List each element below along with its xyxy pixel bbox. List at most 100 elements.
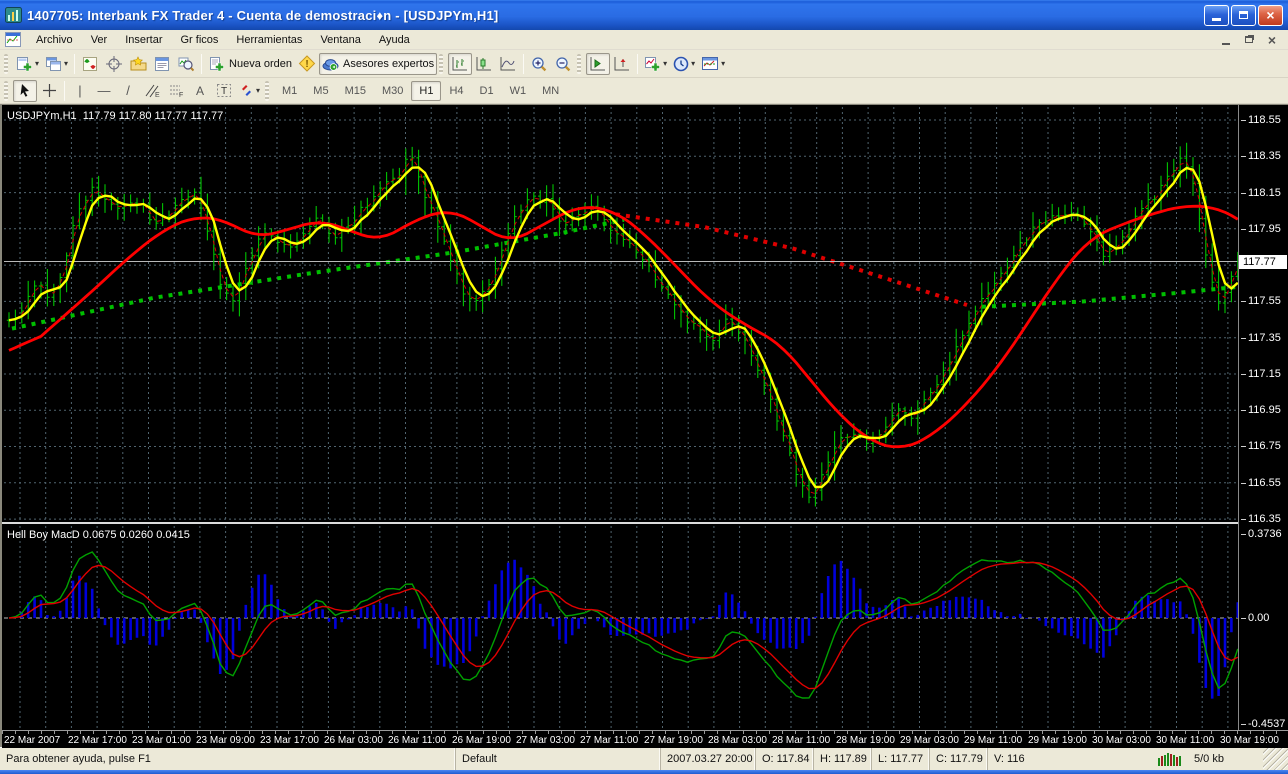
chevron-down-icon: ▾ [256, 86, 260, 95]
mdi-restore-button[interactable] [1239, 32, 1259, 48]
zoom-out-button[interactable] [551, 53, 575, 75]
status-open: O: 117.84 [755, 748, 813, 770]
indicators-icon [644, 56, 661, 72]
connection-signal-icon [1158, 752, 1184, 766]
price-tick: 116.35 [1241, 513, 1281, 525]
time-label: 28 Mar 19:00 [836, 735, 895, 746]
menu-item-ventana[interactable]: Ventana [311, 32, 369, 48]
bar-chart-button[interactable] [448, 53, 472, 75]
time-label: 29 Mar 03:00 [900, 735, 959, 746]
price-tick: 116.75 [1241, 440, 1281, 452]
text-tool[interactable]: A [188, 80, 212, 102]
mdi-minimize-icon [1222, 43, 1230, 45]
time-label: 27 Mar 03:00 [516, 735, 575, 746]
crosshair-tool-button[interactable] [37, 80, 61, 102]
minimize-button[interactable] [1204, 5, 1229, 26]
close-button[interactable]: × [1258, 5, 1283, 26]
timeframe-m30[interactable]: M30 [374, 81, 411, 101]
toolbar-grip [4, 81, 8, 101]
status-low: L: 117.77 [871, 748, 929, 770]
timeframe-d1[interactable]: D1 [472, 81, 502, 101]
cursor-tool-button[interactable] [13, 80, 37, 102]
timeframe-h1[interactable]: H1 [411, 81, 441, 101]
osc-tick-min: -0.4537 [1241, 718, 1285, 730]
time-label: 23 Mar 09:00 [196, 735, 255, 746]
price-tick: 117.15 [1241, 368, 1281, 380]
maximize-button[interactable] [1231, 5, 1256, 26]
vertical-line-tool[interactable]: | [68, 80, 92, 102]
time-label: 29 Mar 19:00 [1028, 735, 1087, 746]
mdi-minimize-button[interactable] [1216, 32, 1236, 48]
menu-item-gr-ficos[interactable]: Gr ficos [172, 32, 228, 48]
menu-item-herramientas[interactable]: Herramientas [227, 32, 311, 48]
vline-icon: | [78, 84, 81, 97]
horizontal-line-tool[interactable]: — [92, 80, 116, 102]
mdi-close-button[interactable]: × [1262, 32, 1282, 48]
cursor-arrow-icon [18, 83, 32, 98]
price-axis[interactable]: 118.55118.35118.15117.95117.75117.55117.… [1239, 105, 1288, 748]
timeframe-m1[interactable]: M1 [274, 81, 305, 101]
toolbar-separator [523, 54, 524, 74]
maximize-icon [1239, 11, 1248, 19]
menu-item-insertar[interactable]: Insertar [116, 32, 171, 48]
svg-text:F: F [179, 92, 183, 98]
status-bar: Para obtener ayuda, pulse F1 Default 200… [0, 747, 1288, 770]
market-watch-button[interactable] [78, 53, 102, 75]
templates-button[interactable]: ▾ [698, 53, 728, 75]
time-label: 28 Mar 03:00 [708, 735, 767, 746]
time-axis[interactable]: 22 Mar 200722 Mar 17:0023 Mar 01:0023 Ma… [2, 730, 1288, 748]
new-chart-button[interactable]: ▾ [13, 53, 42, 75]
status-profile[interactable]: Default [455, 748, 660, 770]
time-label: 28 Mar 11:00 [772, 735, 830, 746]
fibonacci-tool[interactable]: F [164, 80, 188, 102]
timeframe-w1[interactable]: W1 [502, 81, 535, 101]
timeframe-m5[interactable]: M5 [305, 81, 336, 101]
zoom-in-button[interactable] [527, 53, 551, 75]
resize-grip[interactable] [1263, 748, 1288, 770]
indicators-button[interactable]: ▾ [641, 53, 670, 75]
star-folder-icon [130, 56, 147, 72]
pane-splitter[interactable] [2, 522, 1238, 524]
main-chart-canvas[interactable] [4, 107, 1238, 522]
expert-alert-button[interactable]: ! [295, 53, 319, 75]
zoom-in-icon [531, 56, 548, 72]
menu-item-ver[interactable]: Ver [82, 32, 117, 48]
data-window-button[interactable] [102, 53, 126, 75]
expert-advisors-toggle[interactable]: Asesores expertos [319, 53, 437, 75]
candlestick-chart-button[interactable] [472, 53, 496, 75]
strategy-tester-button[interactable] [174, 53, 198, 75]
current-price-box: 117.77 [1239, 255, 1287, 269]
trendline-tool[interactable]: / [116, 80, 140, 102]
indicator-canvas[interactable] [4, 526, 1238, 730]
arrows-tool[interactable]: ▾ [236, 80, 263, 102]
timeframe-m15[interactable]: M15 [337, 81, 374, 101]
zoom-out-icon [555, 56, 572, 72]
new-order-button[interactable]: Nueva orden [205, 53, 295, 75]
profiles-icon [45, 56, 62, 72]
auto-scroll-button[interactable] [586, 53, 610, 75]
periods-button[interactable]: ▾ [670, 53, 698, 75]
navigator-button[interactable] [126, 53, 150, 75]
timeframe-h4[interactable]: H4 [441, 81, 471, 101]
expert-advisors-label: Asesores expertos [343, 58, 434, 70]
clock-icon [673, 56, 689, 72]
profiles-button[interactable]: ▾ [42, 53, 71, 75]
line-chart-button[interactable] [496, 53, 520, 75]
chart-shift-button[interactable] [610, 53, 634, 75]
time-label: 30 Mar 11:00 [1156, 735, 1214, 746]
osc-tick-max: 0.3736 [1241, 528, 1282, 540]
time-label: 30 Mar 03:00 [1092, 735, 1151, 746]
standard-toolbar: ▾ ▾ Nueva orden ! As [0, 50, 1288, 78]
menu-item-ayuda[interactable]: Ayuda [370, 32, 419, 48]
price-tick: 116.95 [1241, 404, 1281, 416]
candlestick-icon [475, 56, 493, 72]
window-title: 1407705: Interbank FX Trader 4 - Cuenta … [27, 8, 1202, 23]
menu-item-archivo[interactable]: Archivo [27, 32, 82, 48]
channel-tool[interactable]: E [140, 80, 164, 102]
new-chart-icon [16, 56, 33, 72]
text-label-tool[interactable]: T [212, 80, 236, 102]
terminal-button[interactable] [150, 53, 174, 75]
chart-shift-icon [613, 56, 631, 72]
application-window: 1407705: Interbank FX Trader 4 - Cuenta … [0, 0, 1288, 774]
timeframe-mn[interactable]: MN [534, 81, 567, 101]
